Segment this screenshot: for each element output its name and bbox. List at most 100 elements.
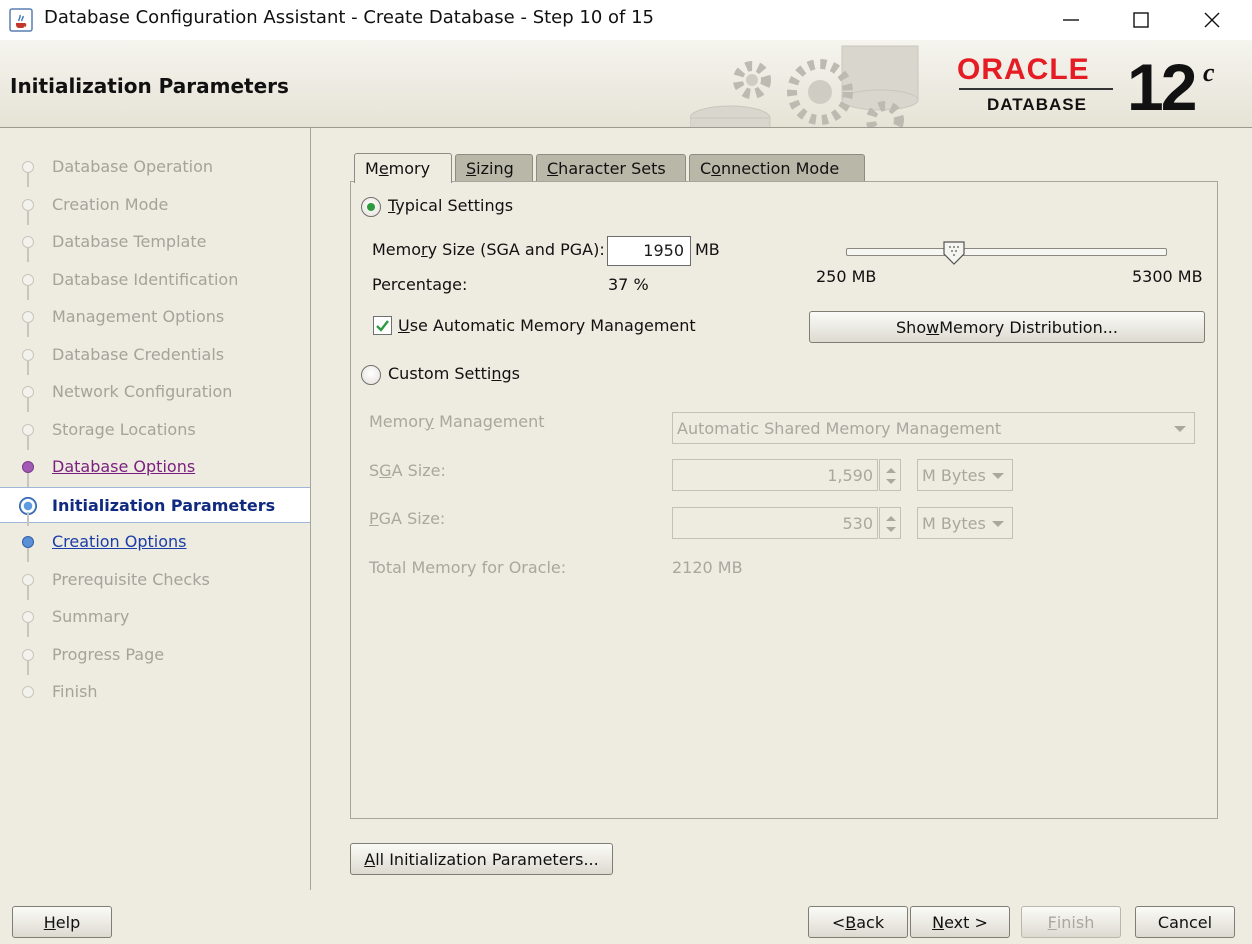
sidebar-item-label: Database Identification <box>52 269 239 289</box>
memory-management-label: Memory Management <box>369 412 545 431</box>
step-connector <box>27 473 29 487</box>
minimize-button[interactable] <box>1043 4 1099 36</box>
sidebar-item-database-identification: Database Identification <box>0 262 310 300</box>
sga-size-input[interactable]: 1,590 <box>672 459 878 491</box>
custom-settings-radio[interactable] <box>361 365 381 385</box>
step-connector <box>27 323 29 337</box>
pga-size-label: PGA Size: <box>369 509 446 528</box>
sidebar-item-label: Storage Locations <box>52 419 196 439</box>
automatic-memory-label[interactable]: Use Automatic Memory Management <box>398 316 696 335</box>
memory-size-unit: MB <box>695 240 720 259</box>
pga-size-input[interactable]: 530 <box>672 507 878 539</box>
memory-slider-thumb[interactable] <box>942 240 966 266</box>
step-status-icon <box>22 461 34 473</box>
sidebar-item-finish: Finish <box>0 674 310 710</box>
all-initialization-parameters-button[interactable]: All Initialization Parameters... <box>350 843 613 875</box>
step-connector <box>27 398 29 412</box>
minimize-icon <box>1063 19 1079 21</box>
sidebar-item-label: Network Configuration <box>52 382 233 401</box>
pga-size-spinner[interactable] <box>879 507 901 539</box>
memory-slider-track[interactable] <box>846 248 1167 256</box>
chevron-down-icon <box>1174 426 1186 432</box>
step-connector <box>27 360 29 375</box>
step-status-icon <box>22 198 34 211</box>
gears-graphic <box>690 45 919 127</box>
automatic-memory-checkbox[interactable] <box>373 316 392 335</box>
total-memory-value: 2120 MB <box>672 558 743 577</box>
tab-memory[interactable]: Me mory <box>354 153 452 183</box>
sidebar-item-network-configuration: Network Configuration <box>0 374 310 412</box>
chevron-down-icon <box>992 521 1004 527</box>
step-status-icon <box>22 348 34 361</box>
page-title: Initialization Parameters <box>10 74 289 98</box>
sidebar-item-progress-page: Progress Page <box>0 637 310 675</box>
sidebar-item-database-template: Database Template <box>0 224 310 262</box>
finish-button[interactable]: Finish <box>1021 906 1121 938</box>
sidebar-item-label: Prerequisite Checks <box>52 569 210 589</box>
sidebar-item-label: Initialization Parameters <box>52 495 276 515</box>
tab-connection-mode[interactable]: Co nnection Mode <box>689 154 865 182</box>
version-suffix: c <box>1203 58 1215 87</box>
step-connector <box>27 585 29 600</box>
typical-settings-label[interactable]: Typical Settings <box>388 196 513 215</box>
sidebar-item-management-options: Management Options <box>0 299 310 337</box>
step-status-icon <box>22 161 34 173</box>
java-cup-icon <box>9 8 33 32</box>
cancel-button[interactable]: Cancel <box>1135 906 1235 938</box>
sidebar-item-label: Creation Options <box>52 532 187 551</box>
next-button[interactable]: Next > <box>910 906 1010 938</box>
sidebar-item-creation-options[interactable]: Creation Options <box>0 524 310 562</box>
step-status-icon <box>22 686 34 698</box>
step-status-icon <box>22 611 34 623</box>
sidebar-item-label: Summary <box>52 607 130 626</box>
help-button[interactable]: Help <box>12 906 112 938</box>
tab-character-sets[interactable]: Character Sets <box>536 154 686 182</box>
show-memory-distribution-button[interactable]: Sho w Memory Distribution... <box>809 311 1205 343</box>
maximize-icon <box>1133 12 1149 28</box>
step-connector <box>27 548 29 562</box>
pga-unit-select[interactable]: M Bytes <box>917 507 1013 539</box>
step-status-icon <box>22 386 34 398</box>
sidebar-item-label: Creation Mode <box>52 194 169 214</box>
step-status-icon <box>22 273 34 286</box>
tab-sizing[interactable]: Sizing <box>455 154 533 182</box>
sidebar-item-database-credentials: Database Credentials <box>0 337 310 375</box>
memory-tab-panel <box>350 181 1218 819</box>
sidebar-item-label: Database Options <box>52 457 196 476</box>
sidebar-item-database-operation: Database Operation <box>0 149 310 187</box>
maximize-button[interactable] <box>1113 4 1169 36</box>
step-connector <box>27 210 29 225</box>
sidebar-item-label: Database Credentials <box>52 344 225 364</box>
step-connector <box>27 660 29 675</box>
sidebar-item-summary: Summary <box>0 599 310 637</box>
close-icon <box>1204 12 1220 28</box>
total-memory-label: Total Memory for Oracle: <box>369 558 567 577</box>
step-status-icon <box>22 648 34 661</box>
memory-size-input[interactable]: 1950 <box>607 236 691 266</box>
sidebar-item-label: Management Options <box>52 307 225 326</box>
percentage-value: 37 % <box>608 275 649 294</box>
percentage-label: Percentage: <box>372 275 468 294</box>
sga-unit-select[interactable]: M Bytes <box>917 459 1013 491</box>
close-button[interactable] <box>1184 4 1240 36</box>
memory-management-select[interactable]: Automatic Shared Memory Management <box>672 412 1195 444</box>
sidebar-item-label: Progress Page <box>52 644 165 664</box>
sidebar-item-storage-locations: Storage Locations <box>0 412 310 450</box>
sidebar-item-label: Finish <box>52 682 98 701</box>
chevron-down-icon <box>992 473 1004 479</box>
typical-settings-radio[interactable] <box>361 197 381 217</box>
custom-settings-label[interactable]: Custom Settings <box>388 364 520 383</box>
back-button[interactable]: < Back <box>808 906 908 938</box>
step-status-icon <box>22 536 34 548</box>
step-status-icon <box>22 311 34 323</box>
sidebar-item-label: Database Template <box>52 232 207 251</box>
sidebar-item-prerequisite-checks: Prerequisite Checks <box>0 562 310 600</box>
oracle-logo: ORACLE DATABASE <box>957 55 1117 117</box>
step-connector <box>27 173 29 187</box>
sidebar-item-database-options[interactable]: Database Options <box>0 449 310 487</box>
window-title: Database Configuration Assistant - Creat… <box>44 7 655 28</box>
step-connector <box>27 623 29 637</box>
sga-size-spinner[interactable] <box>879 459 901 491</box>
sidebar-item-creation-mode: Creation Mode <box>0 187 310 225</box>
step-status-icon <box>22 236 34 248</box>
